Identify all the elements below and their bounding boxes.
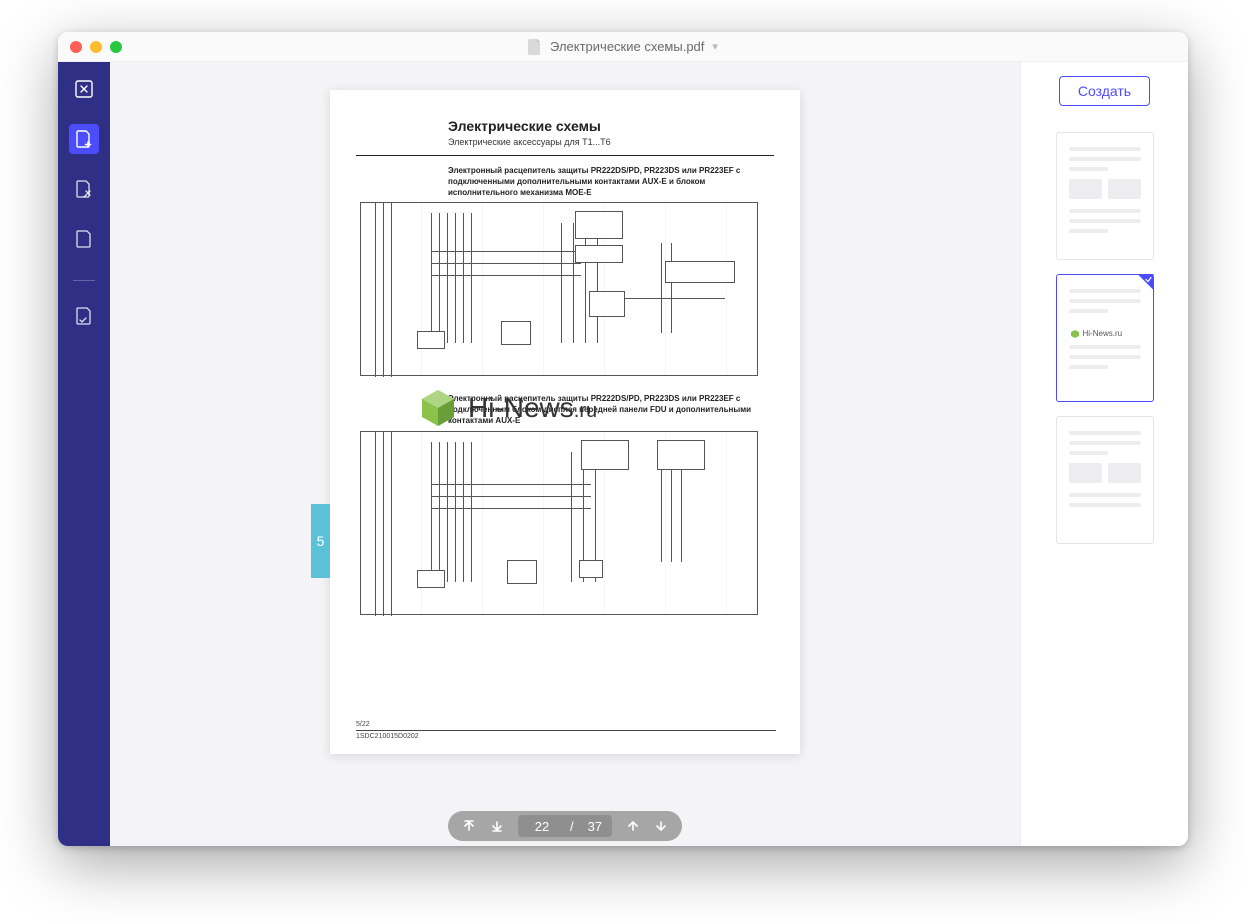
pager-pill: 22 / 37 [448, 811, 682, 841]
template-thumb-1[interactable] [1056, 132, 1154, 260]
page-check-icon [75, 306, 93, 326]
schematic-diagram-2 [360, 431, 758, 615]
pager-readout: 22 / 37 [518, 815, 612, 837]
main-area: 5 Электрические схемы Электрические аксе… [110, 62, 1020, 846]
page-canvas[interactable]: 5 Электрические схемы Электрические аксе… [110, 62, 1020, 812]
page-footer: 5/22 1SDC210015D0202 [356, 721, 776, 740]
page-plus-icon [74, 129, 94, 149]
pager-download-button[interactable] [486, 815, 508, 837]
pager-next-button[interactable] [650, 815, 672, 837]
page-icon [75, 229, 93, 249]
footer-code: 1SDC210015D0202 [356, 733, 776, 740]
document-title: Электрические схемы.pdf [550, 39, 704, 54]
minimize-window-button[interactable] [90, 41, 102, 53]
selected-check-icon [1138, 274, 1154, 290]
title-center[interactable]: Электрические схемы.pdf ▾ [528, 39, 718, 55]
sidebar-add-page-tool[interactable] [69, 124, 99, 154]
sidebar [58, 62, 110, 846]
page-section-tab: 5 [311, 504, 330, 578]
titlebar: Электрические схемы.pdf ▾ [58, 32, 1188, 62]
sidebar-form-tool[interactable] [69, 301, 99, 331]
window-controls [70, 41, 122, 53]
pager-separator: / [570, 819, 574, 834]
body: 5 Электрические схемы Электрические аксе… [58, 62, 1188, 846]
app-window: Электрические схемы.pdf ▾ [58, 32, 1188, 846]
document-page: 5 Электрические схемы Электрические аксе… [330, 90, 800, 754]
page-rule [356, 155, 774, 156]
page-title: Электрические схемы [448, 118, 774, 134]
pager-prev-button[interactable] [622, 815, 644, 837]
pager-current-page[interactable]: 22 [528, 819, 556, 834]
close-box-icon [75, 80, 93, 98]
pager: 22 / 37 [110, 812, 1020, 846]
sidebar-close-tool[interactable] [69, 74, 99, 104]
section-2-heading: Электронный расцепитель защиты PR222DS/P… [448, 394, 758, 426]
arrow-up-icon [626, 819, 640, 833]
right-panel: Создать Hi-News.ru [1020, 62, 1188, 846]
pager-first-button[interactable] [458, 815, 480, 837]
template-thumb-3[interactable] [1056, 416, 1154, 544]
schematic-diagram-1 [360, 202, 758, 376]
arrow-up-bar-icon [462, 819, 476, 833]
page-subtitle: Электрические аксессуары для T1...T6 [448, 137, 774, 147]
document-icon [528, 39, 542, 55]
thumb-watermark: Hi-News.ru [1071, 329, 1123, 338]
arrow-down-bar-icon [490, 819, 504, 833]
pager-total-pages: 37 [588, 819, 602, 834]
footer-page-number: 5/22 [356, 721, 776, 728]
section-1-heading: Электронный расцепитель защиты PR222DS/P… [448, 166, 758, 198]
create-button[interactable]: Создать [1059, 76, 1150, 106]
zoom-window-button[interactable] [110, 41, 122, 53]
page-pencil-icon [74, 179, 94, 199]
close-window-button[interactable] [70, 41, 82, 53]
template-thumb-2[interactable]: Hi-News.ru [1056, 274, 1154, 402]
sidebar-divider [73, 280, 95, 281]
template-thumbnails: Hi-News.ru [1056, 132, 1154, 544]
chevron-down-icon: ▾ [712, 40, 718, 53]
sidebar-blank-page-tool[interactable] [69, 224, 99, 254]
sidebar-edit-page-tool[interactable] [69, 174, 99, 204]
arrow-down-icon [654, 819, 668, 833]
